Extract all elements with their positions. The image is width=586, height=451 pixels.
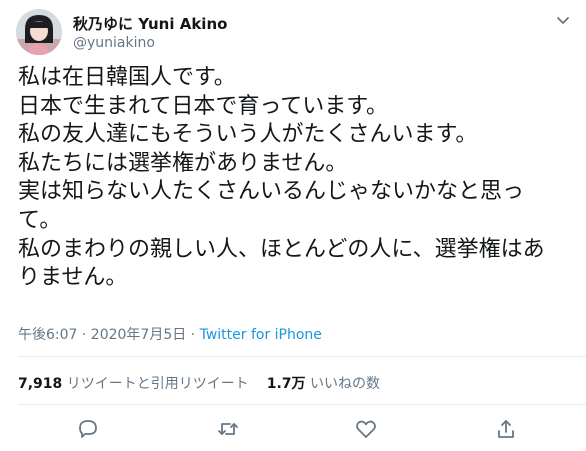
action-bar — [0, 417, 586, 445]
likes-count: 1.7万 — [266, 376, 306, 392]
likes-stat[interactable]: 1.7万 いいねの数 — [267, 373, 380, 393]
retweets-label: リツイートと引用リツイート — [66, 376, 249, 392]
tweet-text: 私は在日韓国人です。 日本で生まれて日本で育っています。 私の友人達にもそういう… — [18, 64, 563, 293]
reply-icon[interactable] — [76, 417, 100, 441]
source-link[interactable]: Twitter for iPhone — [200, 327, 322, 343]
tweet-meta: 午後6:07 · 2020年7月5日 · Twitter for iPhone — [18, 324, 322, 344]
tweet-line: りません。 — [18, 265, 128, 291]
share-icon[interactable] — [494, 417, 518, 441]
heart-icon[interactable] — [354, 417, 378, 441]
tweet-line: 日本で生まれて日本で育っています。 — [18, 93, 389, 119]
tweet-line: 私は在日韓国人です。 — [18, 65, 236, 90]
avatar[interactable] — [16, 9, 62, 55]
divider — [18, 356, 586, 357]
retweets-stat[interactable]: 7,918 リツイートと引用リツイート — [18, 373, 249, 393]
tweet-line: 私たちには選挙権がありません。 — [18, 150, 348, 176]
tweet-line: て。 — [18, 207, 62, 233]
author-display-name[interactable]: 秋乃ゆに Yuni Akino — [73, 13, 227, 34]
tweet-line: 実は知らない人たくさんいるんじゃないかなと思っ — [18, 179, 525, 205]
tweet-detail: 秋乃ゆに Yuni Akino @yuniakino 私は在日韓国人です。 日本… — [0, 0, 586, 451]
tweet-stats: 7,918 リツイートと引用リツイート 1.7万 いいねの数 — [18, 373, 380, 393]
meta-separator: · — [186, 327, 200, 343]
likes-label: いいねの数 — [310, 376, 381, 392]
author-handle[interactable]: @yuniakino — [73, 35, 155, 51]
divider — [18, 404, 586, 405]
chevron-down-icon[interactable] — [553, 10, 573, 30]
timestamp[interactable]: 午後6:07 · 2020年7月5日 — [18, 327, 186, 343]
tweet-line: 私のまわりの親しい人、ほとんどの人に、選挙権はあ — [18, 236, 545, 262]
retweets-count: 7,918 — [18, 376, 63, 392]
retweet-icon[interactable] — [216, 417, 240, 441]
tweet-line: 私の友人達にもそういう人がたくさんいます。 — [18, 122, 478, 148]
